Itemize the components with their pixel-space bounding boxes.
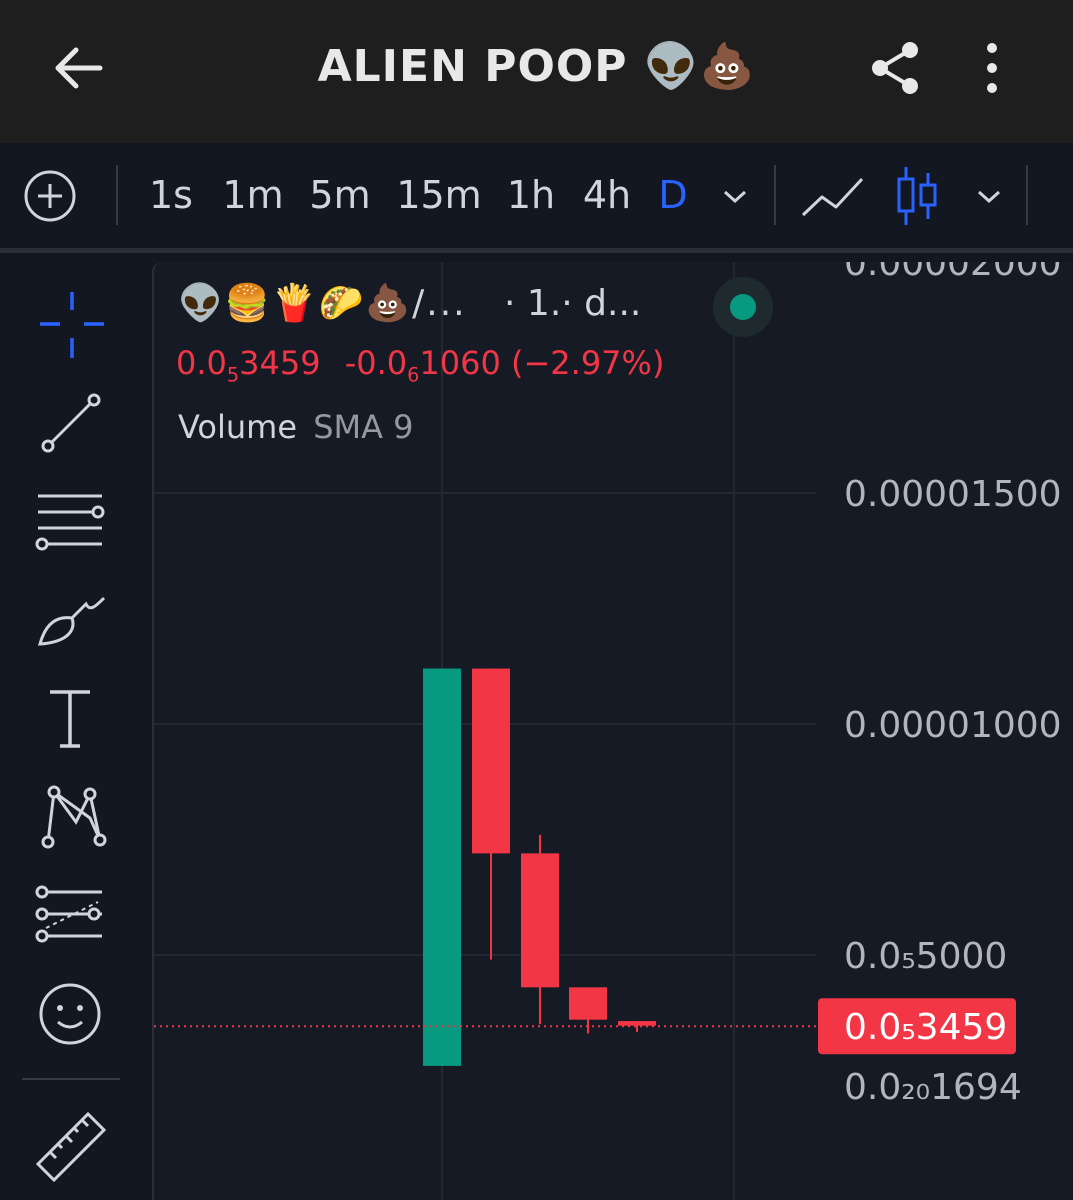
last-price-label: 0.0₅3459 [844,1007,1007,1048]
volume-sma-label: SMA 9 [313,408,414,446]
more-options-icon[interactable] [972,38,1012,98]
trend-line-icon[interactable] [32,386,108,462]
toolbar-divider [116,165,118,225]
emoji-sticker-icon[interactable] [32,976,108,1052]
sidebar-divider [22,1078,120,1080]
chart-type-dropdown-chevron-icon[interactable] [974,181,1004,211]
price-change: -0.061060 (−2.97%) [344,344,665,387]
y-axis-tick-label: 0.00001500 [844,474,1062,515]
symbol-details: · 1.· d... [504,283,642,324]
price-change-line: 0.053459 -0.061060 (−2.97%) [176,344,664,386]
timeframe-4h[interactable]: 4h [576,143,638,248]
timeframe-toolbar: 1s 1m 5m 15m 1h 4h D [0,143,1073,253]
symbol-legend[interactable]: 👽🍔🍟🌮💩/... · 1.· d... [178,282,641,324]
candle-body[interactable] [423,668,461,1066]
timeframe-1m[interactable]: 1m [218,143,288,248]
candlestick-chart[interactable]: 0.00002000 0.00001500 0.00001000 0.0₅5000 0.… [154,262,1073,1200]
drawing-tools-sidebar [0,258,142,1200]
y-axis-tick-label: 0.00001000 [844,705,1062,746]
candle-body[interactable] [569,987,607,1020]
share-icon[interactable] [866,38,926,98]
candle-body[interactable] [618,1021,656,1026]
y-axis-tick-label: 0.00002000 [844,262,1062,284]
line-chart-type-icon[interactable] [800,171,866,221]
timeframe-1s[interactable]: 1s [140,143,202,248]
volume-indicator-legend[interactable]: Volume SMA 9 [178,408,414,446]
horizontal-lines-icon[interactable] [32,482,108,558]
pattern-tool-icon[interactable] [32,778,108,854]
timeframe-1h[interactable]: 1h [500,143,562,248]
add-symbol-icon[interactable] [22,168,78,224]
toolbar-divider [774,165,776,225]
last-price: 0.053459 [176,344,321,387]
live-status-button[interactable] [713,277,773,337]
symbol-name: 👽🍔🍟🌮💩/... [178,283,467,324]
timeframe-dropdown-chevron-icon[interactable] [720,181,750,211]
fib-retracement-icon[interactable] [32,878,108,954]
y-axis-tick-label: 0.0₅5000 [844,936,1007,977]
timeframe-5m[interactable]: 5m [304,143,376,248]
volume-label: Volume [178,408,298,446]
ruler-icon[interactable] [32,1108,108,1184]
candle-body[interactable] [472,668,510,854]
timeframe-15m[interactable]: 15m [394,143,484,248]
candlestick-chart-type-icon[interactable] [892,165,942,227]
brush-icon[interactable] [32,582,108,658]
chart-pane[interactable]: 0.00002000 0.00001500 0.00001000 0.0₅5000 0.… [152,262,1073,1200]
timeframe-d[interactable]: D [650,143,696,248]
y-axis-tick-label: 0.0₂₀1694 [844,1067,1022,1108]
crosshair-icon[interactable] [32,286,108,362]
live-status-dot [730,294,756,320]
toolbar-divider [1026,165,1028,225]
app-bar: ALIEN POOP 👽💩 [0,0,1073,143]
text-tool-icon[interactable] [32,680,108,756]
candle-body[interactable] [521,853,559,988]
